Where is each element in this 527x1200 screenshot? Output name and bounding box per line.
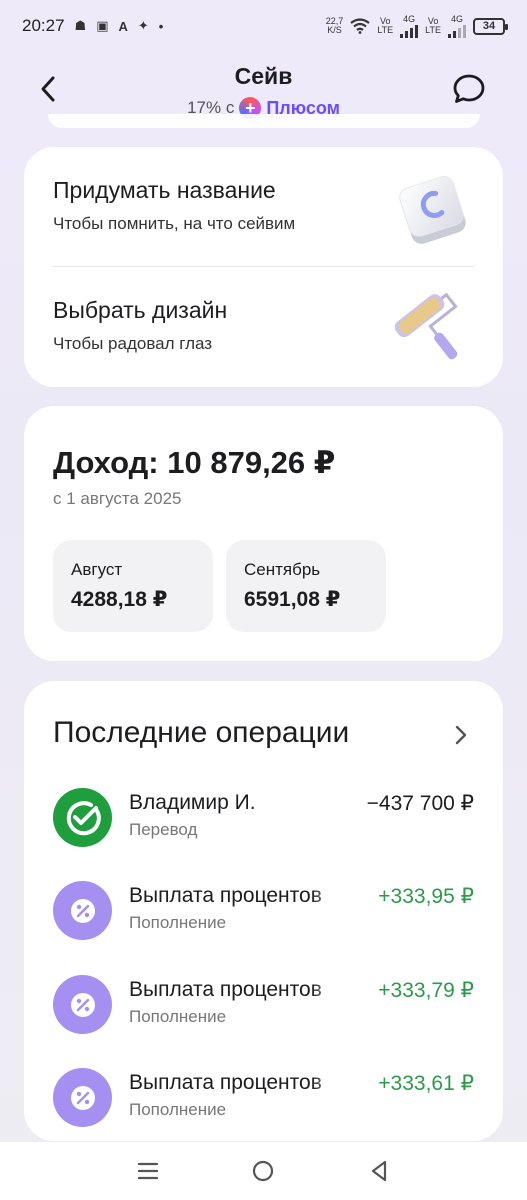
back-triangle-icon	[372, 1160, 387, 1182]
operation-row[interactable]: Владимир И. Перевод −437 700 ₽	[53, 785, 474, 865]
net-speed: 22,7 K/S	[325, 16, 344, 35]
clock: 20:27	[22, 16, 65, 35]
volte-2: Vo LTE	[425, 16, 441, 35]
choose-design-title: Выбрать дизайн	[53, 297, 228, 323]
chat-bubble-icon	[453, 74, 485, 103]
wifi-icon	[350, 18, 370, 34]
income-card: Доход: 10 879,26 ₽ с 1 августа 2025 Авгу…	[24, 406, 503, 661]
operation-name: Выплата процентов	[129, 978, 322, 1001]
operation-type: Пополнение	[129, 1100, 227, 1119]
income-amount: 10 879,26 ₽	[167, 445, 336, 480]
operations-title[interactable]: Последние операции	[53, 716, 349, 750]
operation-name: Выплата процентов	[129, 884, 322, 907]
percent-icon	[53, 1068, 112, 1127]
operation-amount: +333,95 ₽	[378, 885, 474, 908]
collapsed-card-edge	[48, 114, 480, 128]
chevron-right-icon	[455, 725, 467, 745]
month-box-august[interactable]: Август 4288,18 ₽	[53, 540, 213, 632]
signal-2: 4G	[448, 14, 466, 38]
operation-row[interactable]: Выплата процентов Пополнение +333,61 ₽	[53, 1065, 474, 1145]
operation-type: Пополнение	[129, 913, 227, 932]
page-title: Сейв	[234, 63, 293, 89]
operation-name: Выплата процентов	[129, 1071, 322, 1094]
home-icon	[253, 1160, 274, 1182]
setup-card: Придумать название Чтобы помнить, на что…	[24, 147, 503, 387]
operation-type: Пополнение	[129, 1007, 227, 1026]
operation-name: Владимир И.	[129, 791, 256, 814]
income-total: Доход: 10 879,26 ₽	[53, 445, 335, 481]
income-label: Доход:	[53, 445, 159, 480]
operation-amount: +333,61 ₽	[378, 1072, 474, 1095]
operation-amount: +333,79 ₽	[378, 979, 474, 1002]
volte-1: Vo LTE	[377, 16, 394, 35]
income-since: с 1 августа 2025	[53, 489, 182, 508]
month-value: 6591,08 ₽	[244, 588, 341, 611]
month-name: Август	[71, 560, 123, 579]
dot-icon: •	[158, 18, 164, 34]
app-icon-2: ▣	[96, 18, 109, 33]
battery-icon: 34	[473, 17, 508, 35]
sber-check-icon	[53, 788, 112, 847]
menu-icon	[137, 1162, 158, 1180]
keyboard-key-icon	[399, 176, 466, 244]
month-box-september[interactable]: Сентябрь 6591,08 ₽	[226, 540, 386, 632]
operation-row[interactable]: Выплата процентов Пополнение +333,95 ₽	[53, 878, 474, 958]
recent-apps-button[interactable]	[128, 1151, 168, 1191]
operation-amount: −437 700 ₽	[366, 792, 474, 815]
month-value: 4288,18 ₽	[71, 588, 168, 611]
operation-row[interactable]: Выплата процентов Пополнение +333,79 ₽	[53, 972, 474, 1052]
operation-type: Перевод	[129, 820, 198, 839]
system-nav-bar	[0, 1142, 527, 1200]
choose-design-row[interactable]: Выбрать дизайн Чтобы радовал глаз	[53, 267, 474, 385]
app-icon-1: ☗	[74, 18, 87, 33]
home-button[interactable]	[243, 1151, 283, 1191]
sparkle-icon: ✦	[137, 18, 149, 33]
percent-icon	[53, 881, 112, 940]
chat-button[interactable]	[449, 69, 489, 109]
operations-card: Последние операции Владимир И. Перевод −…	[24, 681, 503, 1141]
operations-more-button[interactable]	[449, 723, 473, 747]
back-nav-button[interactable]	[359, 1151, 399, 1191]
signal-1: 4G	[400, 14, 419, 38]
name-savings-title: Придумать название	[53, 177, 276, 203]
percent-icon	[53, 975, 112, 1034]
app-icon-3: A	[118, 18, 128, 34]
month-name: Сентябрь	[244, 560, 321, 579]
paint-roller-icon	[394, 292, 458, 360]
status-bar: 20:27 ☗ ▣ A ✦ • 22,7 K/S Vo LTE 4G Vo LT…	[0, 0, 527, 52]
name-savings-subtitle: Чтобы помнить, на что сейвим	[53, 214, 296, 233]
choose-design-subtitle: Чтобы радовал глаз	[53, 334, 213, 353]
name-savings-row[interactable]: Придумать название Чтобы помнить, на что…	[53, 147, 474, 265]
